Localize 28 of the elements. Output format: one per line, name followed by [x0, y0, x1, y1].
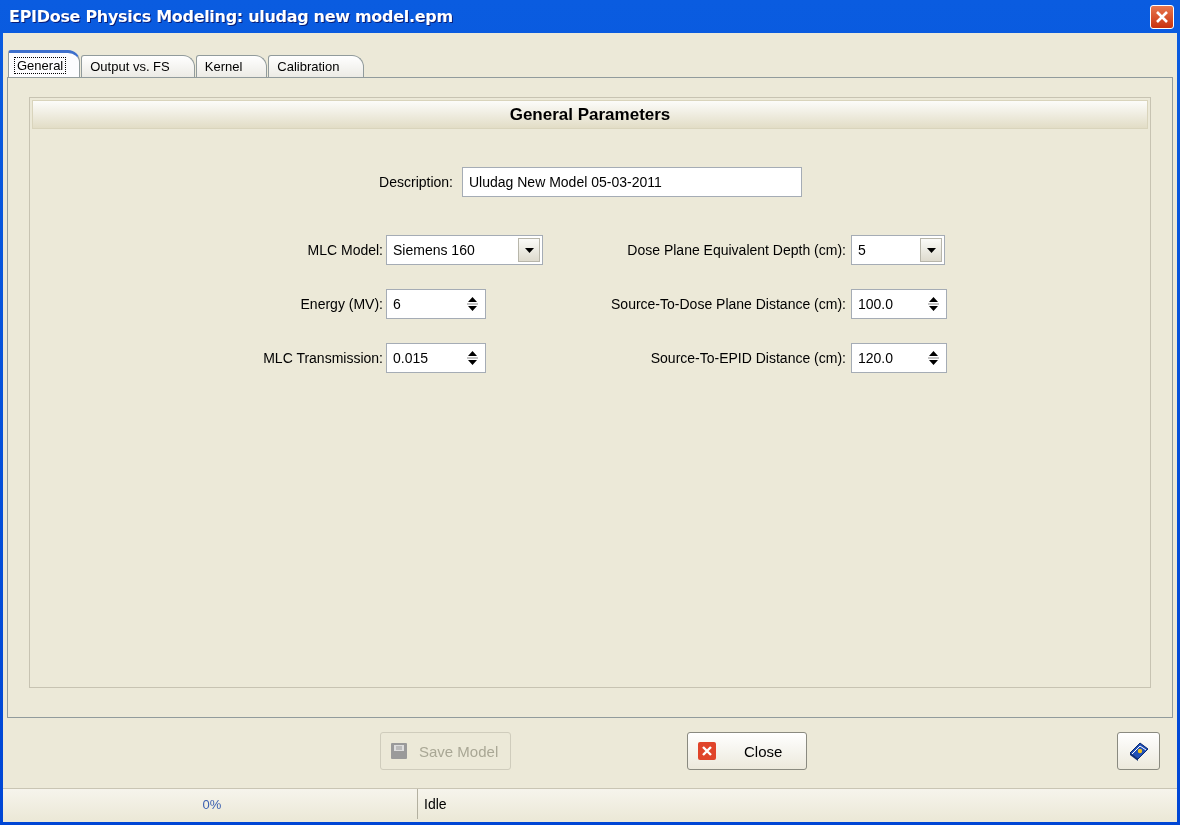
field-label: Energy (MV):: [299, 296, 383, 312]
status-message: Idle: [423, 795, 447, 814]
description-field[interactable]: Uludag New Model 05-03-2011: [462, 167, 802, 197]
tab[interactable]: Calibration: [268, 55, 365, 77]
field-label: Dose Plane Equivalent Depth (cm):: [626, 242, 846, 258]
tab[interactable]: General: [8, 50, 81, 77]
help-button[interactable]: [1117, 732, 1160, 770]
field-label: MLC Transmission:: [262, 350, 383, 366]
close-icon: [1155, 9, 1169, 24]
field-label: Description:: [378, 174, 453, 190]
status-percent-text: 0%: [202, 796, 222, 812]
dropdown[interactable]: Siemens 160: [386, 235, 543, 265]
spin-box[interactable]: 0.015: [386, 343, 486, 373]
field-label: Source-To-Dose Plane Distance (cm):: [610, 296, 846, 312]
field-label: Source-To-EPID Distance (cm):: [649, 350, 846, 366]
tab[interactable]: Output vs. FS: [81, 55, 195, 77]
spin-box[interactable]: 120.0: [851, 343, 947, 373]
close-window-button[interactable]: [1150, 4, 1174, 29]
group-header: General Parameters: [32, 100, 1148, 129]
close-button[interactable]: Close: [687, 732, 807, 770]
dropdown[interactable]: 5: [851, 235, 945, 265]
window-title: EPIDose Physics Modeling: uludag new model.epm: [9, 7, 453, 26]
close-icon: [698, 742, 716, 760]
spin-box[interactable]: 100.0: [851, 289, 947, 319]
spin-box[interactable]: 6: [386, 289, 486, 319]
field-label: MLC Model:: [306, 242, 383, 258]
tab[interactable]: Kernel: [195, 55, 268, 77]
help-book-icon: [1127, 741, 1150, 761]
